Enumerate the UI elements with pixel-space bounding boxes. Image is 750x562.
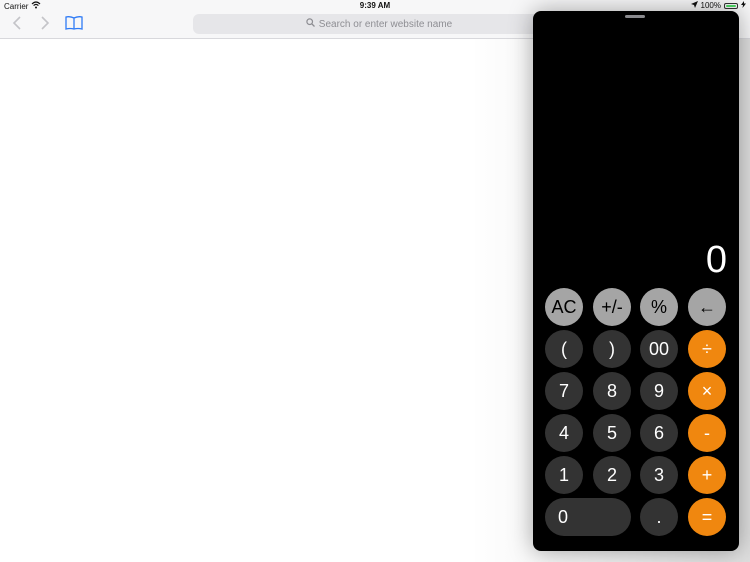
digit-6-button[interactable]: 6 <box>640 414 678 452</box>
digit-8-button[interactable]: 8 <box>593 372 631 410</box>
bookmarks-icon <box>65 15 83 35</box>
battery-icon <box>724 2 738 9</box>
address-bar[interactable]: Search or enter website name <box>193 14 565 34</box>
digit-9-button[interactable]: 9 <box>640 372 678 410</box>
forward-icon <box>40 15 50 35</box>
backspace-button[interactable]: ← <box>688 288 726 326</box>
drag-handle[interactable] <box>625 15 645 18</box>
digit-7-button[interactable]: 7 <box>545 372 583 410</box>
digit-2-button[interactable]: 2 <box>593 456 631 494</box>
charging-icon <box>741 1 746 10</box>
back-button[interactable] <box>7 15 27 35</box>
forward-button[interactable] <box>35 15 55 35</box>
ac-button[interactable]: AC <box>545 288 583 326</box>
location-arrow-icon <box>690 1 698 10</box>
minus-button[interactable]: - <box>688 414 726 452</box>
percent-button[interactable]: % <box>640 288 678 326</box>
calculator-panel: 0 AC +/- % ← ( ) 00 ÷ 7 8 9 × 4 5 6 - 1 … <box>533 11 739 551</box>
back-icon <box>12 15 22 35</box>
decimal-button[interactable]: . <box>640 498 678 536</box>
status-right: 100% <box>690 1 746 10</box>
close-paren-button[interactable]: ) <box>593 330 631 368</box>
digit-1-button[interactable]: 1 <box>545 456 583 494</box>
divide-button[interactable]: ÷ <box>688 330 726 368</box>
digit-3-button[interactable]: 3 <box>640 456 678 494</box>
status-time: 9:39 AM <box>359 1 391 10</box>
search-placeholder: Search or enter website name <box>318 18 453 30</box>
digit-5-button[interactable]: 5 <box>593 414 631 452</box>
battery-percent: 100% <box>700 1 721 10</box>
bookmarks-button[interactable] <box>64 15 84 35</box>
multiply-button[interactable]: × <box>688 372 726 410</box>
plus-button[interactable]: + <box>688 456 726 494</box>
double-zero-button[interactable]: 00 <box>640 330 678 368</box>
equals-button[interactable]: = <box>688 498 726 536</box>
open-paren-button[interactable]: ( <box>545 330 583 368</box>
digit-4-button[interactable]: 4 <box>545 414 583 452</box>
sign-toggle-button[interactable]: +/- <box>593 288 631 326</box>
search-icon <box>306 18 315 30</box>
digit-0-button[interactable]: 0 <box>545 498 631 536</box>
calculator-display: 0 <box>705 239 727 281</box>
